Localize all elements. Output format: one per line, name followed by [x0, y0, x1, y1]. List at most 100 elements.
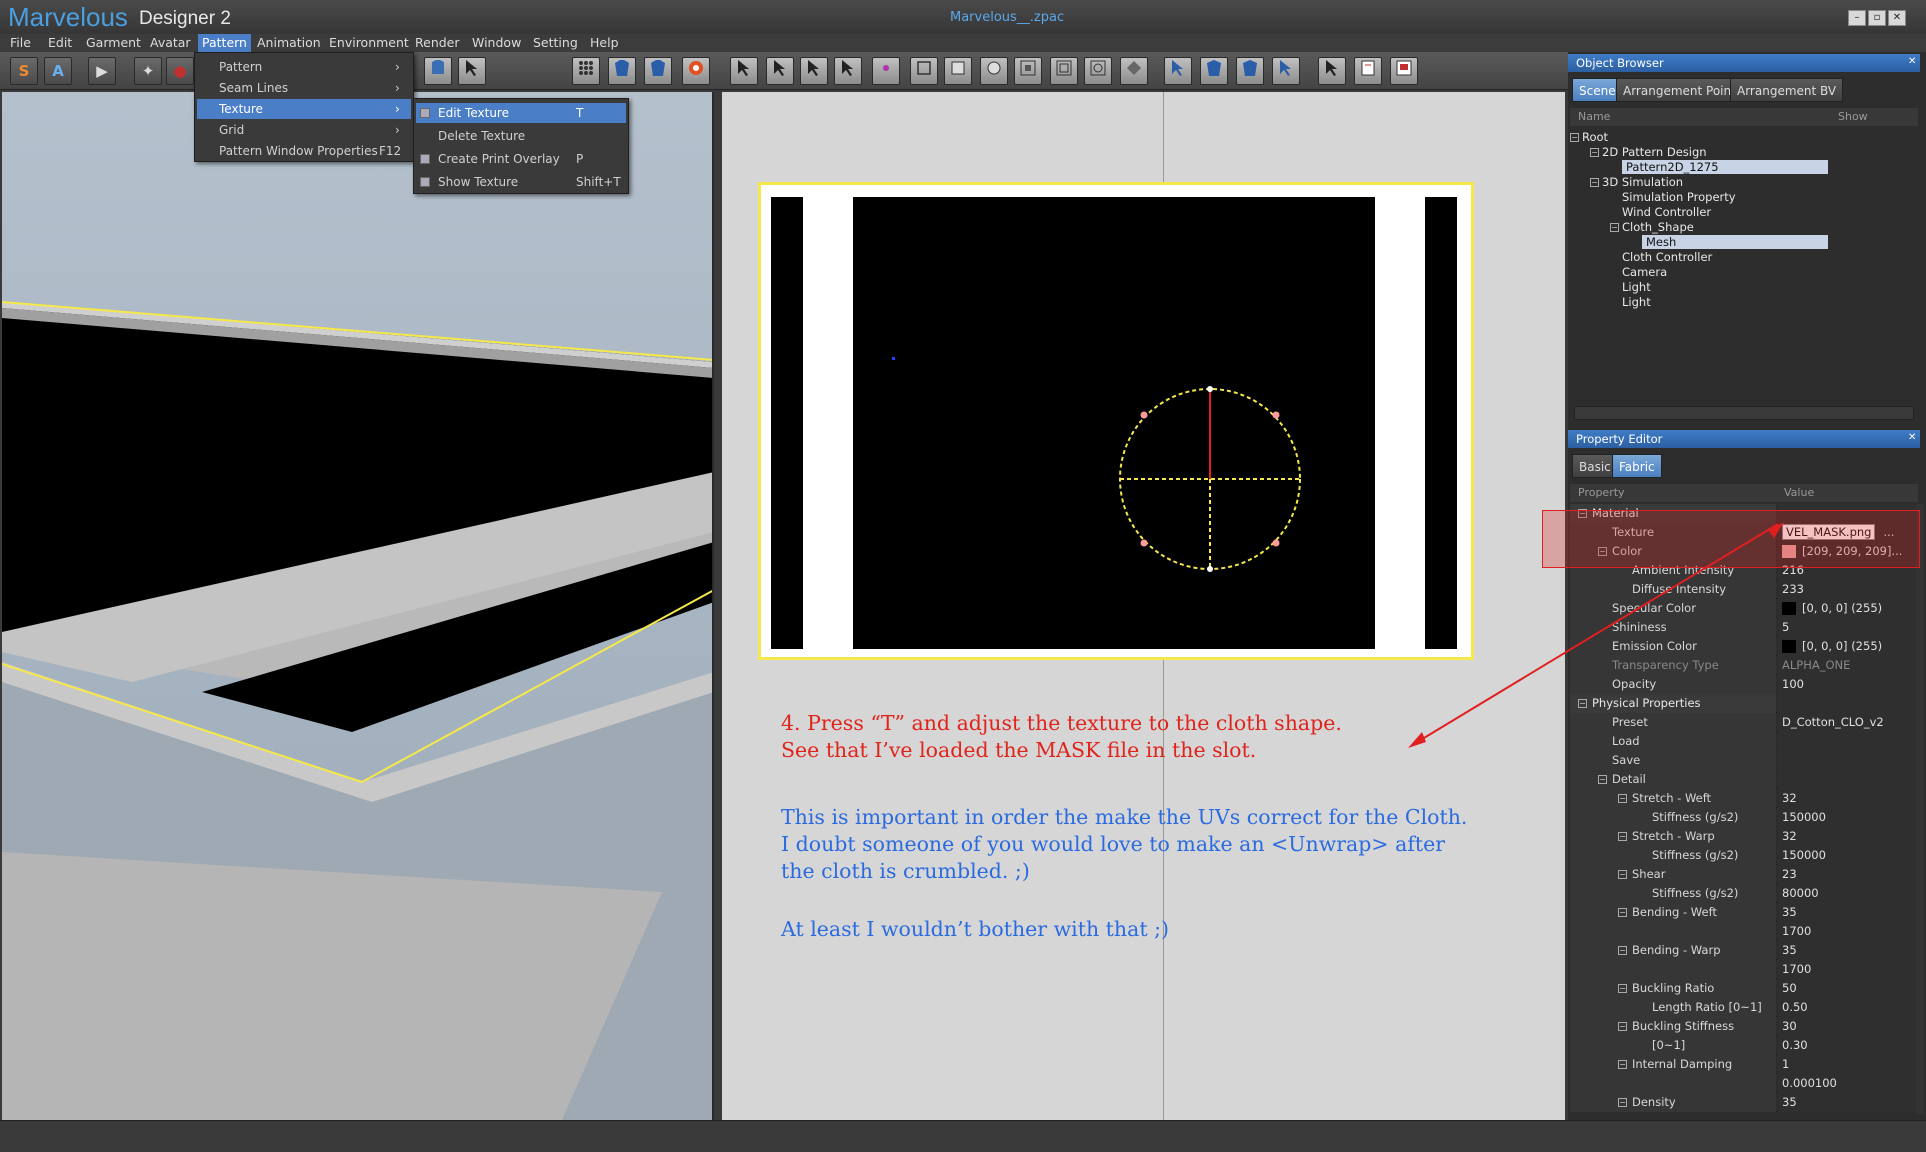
row-expander-icon[interactable]: − — [1618, 1060, 1627, 1069]
garment-tool-icon[interactable] — [424, 57, 452, 85]
texture-menu-item[interactable]: Show Texture Shift+T — [416, 172, 626, 192]
tab-scene[interactable]: Scene — [1572, 78, 1623, 102]
tab-fabric[interactable]: Fabric — [1612, 454, 1662, 478]
property-row[interactable]: − Bending - Weft 35 — [1570, 903, 1916, 922]
property-value[interactable]: 80000 — [1778, 884, 1916, 903]
restore-button[interactable]: ▫ — [1868, 10, 1886, 26]
tree-item[interactable]: Cloth Controller — [1622, 250, 1712, 264]
tree-expander-icon[interactable]: − — [1610, 223, 1619, 232]
menu-file[interactable]: File — [6, 34, 35, 52]
pattern-menu-item[interactable]: Pattern › — [197, 57, 411, 77]
tree-expander-icon[interactable]: − — [1570, 133, 1579, 142]
property-value[interactable]: 1700 — [1778, 922, 1916, 941]
property-row[interactable]: − Bending - Warp 35 — [1570, 941, 1916, 960]
property-row[interactable]: 1700 — [1570, 960, 1916, 979]
select-texture-icon[interactable] — [1318, 57, 1346, 85]
tree-expander-icon[interactable]: − — [1590, 148, 1599, 157]
pattern-menu-item[interactable]: Seam Lines › — [197, 78, 411, 98]
free-sewing-icon[interactable] — [1236, 57, 1264, 85]
avatar-pose-icon[interactable]: ✦ — [134, 57, 162, 85]
polygon-icon[interactable] — [910, 57, 938, 85]
pattern-menu-item[interactable]: Pattern Window Properties F12 — [197, 141, 411, 161]
property-row[interactable]: − Internal Damping 1 — [1570, 1055, 1916, 1074]
pattern-menu-item[interactable]: Grid › — [197, 120, 411, 140]
property-value[interactable]: 50 — [1778, 979, 1916, 998]
property-value[interactable]: 0.30 — [1778, 1036, 1916, 1055]
simulation-icon[interactable] — [682, 57, 710, 85]
close-button[interactable]: ✕ — [1888, 10, 1906, 26]
menu-environment[interactable]: Environment — [325, 34, 413, 52]
close-icon[interactable]: ✕ — [1908, 56, 1918, 68]
tree-item[interactable]: Wind Controller — [1622, 205, 1711, 219]
property-row[interactable]: − Detail — [1570, 770, 1916, 789]
menu-help[interactable]: Help — [586, 34, 623, 52]
internal-polygon-icon[interactable] — [1014, 57, 1042, 85]
tab-arrangement-point[interactable]: Arrangement Point — [1616, 78, 1743, 102]
print-overlay-icon[interactable] — [1390, 57, 1418, 85]
property-value[interactable]: 1700 — [1778, 960, 1916, 979]
3d-viewport[interactable] — [2, 92, 714, 1120]
add-point-icon[interactable] — [872, 57, 900, 85]
property-row[interactable]: Length Ratio [0~1] 0.50 — [1570, 998, 1916, 1017]
property-row[interactable]: Stiffness (g/s2) 150000 — [1570, 846, 1916, 865]
internal-rectangle-icon[interactable] — [1050, 57, 1078, 85]
property-row[interactable]: 1700 — [1570, 922, 1916, 941]
menu-pattern[interactable]: Pattern — [198, 34, 251, 52]
property-value[interactable]: 32 — [1778, 827, 1916, 846]
row-expander-icon[interactable]: − — [1618, 908, 1627, 917]
horizontal-scrollbar[interactable] — [1574, 406, 1914, 420]
property-value[interactable]: 30 — [1778, 1017, 1916, 1036]
tree-item[interactable]: Root — [1582, 130, 1608, 144]
property-row[interactable]: Stiffness (g/s2) 80000 — [1570, 884, 1916, 903]
property-value[interactable]: 150000 — [1778, 808, 1916, 827]
property-row[interactable]: [0~1] 0.30 — [1570, 1036, 1916, 1055]
property-value[interactable]: 35 — [1778, 903, 1916, 922]
minimize-button[interactable]: – — [1848, 10, 1866, 26]
vertical-scrollbar[interactable] — [1916, 504, 1924, 1114]
property-row[interactable]: − Shear 23 — [1570, 865, 1916, 884]
property-value[interactable] — [1778, 770, 1916, 789]
property-row[interactable]: − Buckling Stiffness 30 — [1570, 1017, 1916, 1036]
property-value[interactable]: 1 — [1778, 1055, 1916, 1074]
tree-item[interactable]: Light — [1622, 280, 1651, 294]
texture-transform-gizmo[interactable] — [1116, 385, 1304, 573]
tree-expander-icon[interactable]: − — [1590, 178, 1599, 187]
curvature-icon[interactable] — [834, 57, 862, 85]
pattern-2d[interactable] — [758, 182, 1474, 660]
segment-sewing-icon[interactable] — [1200, 57, 1228, 85]
tree-item[interactable]: 3D Simulation — [1602, 175, 1683, 189]
edit-curve-icon[interactable] — [800, 57, 828, 85]
property-value[interactable]: 35 — [1778, 941, 1916, 960]
tree-item[interactable]: Light — [1622, 295, 1651, 309]
garment-front-icon[interactable] — [608, 57, 636, 85]
internal-circle-icon[interactable] — [1084, 57, 1112, 85]
points-icon[interactable] — [572, 57, 600, 85]
row-expander-icon[interactable]: − — [1618, 1022, 1627, 1031]
texture-menu-item[interactable]: Edit Texture T — [416, 103, 626, 123]
menu-garment[interactable]: Garment — [82, 34, 145, 52]
tack-icon[interactable] — [1272, 57, 1300, 85]
menu-setting[interactable]: Setting — [529, 34, 582, 52]
close-icon[interactable]: ✕ — [1908, 432, 1918, 444]
select-mesh-icon[interactable] — [458, 57, 486, 85]
menu-window[interactable]: Window — [468, 34, 525, 52]
property-row[interactable]: − Stretch - Warp 32 — [1570, 827, 1916, 846]
edit-texture-icon[interactable] — [1354, 57, 1382, 85]
tree-item[interactable]: Simulation Property — [1622, 190, 1736, 204]
garment-back-icon[interactable] — [644, 57, 672, 85]
row-expander-icon[interactable]: − — [1618, 832, 1627, 841]
record-icon[interactable]: ● — [166, 57, 194, 85]
tree-item[interactable]: Pattern2D_1275 — [1622, 160, 1828, 174]
row-expander-icon[interactable]: − — [1618, 946, 1627, 955]
tree-item[interactable]: Cloth_Shape — [1622, 220, 1694, 234]
menu-edit[interactable]: Edit — [44, 34, 76, 52]
pattern-menu-item[interactable]: Texture › — [197, 99, 411, 119]
circle-icon[interactable] — [980, 57, 1008, 85]
rectangle-icon[interactable] — [944, 57, 972, 85]
property-value[interactable]: 150000 — [1778, 846, 1916, 865]
row-expander-icon[interactable]: − — [1618, 794, 1627, 803]
menu-render[interactable]: Render — [411, 34, 464, 52]
menu-avatar[interactable]: Avatar — [146, 34, 195, 52]
edit-pattern-icon[interactable] — [766, 57, 794, 85]
tree-item[interactable]: 2D Pattern Design — [1602, 145, 1707, 159]
